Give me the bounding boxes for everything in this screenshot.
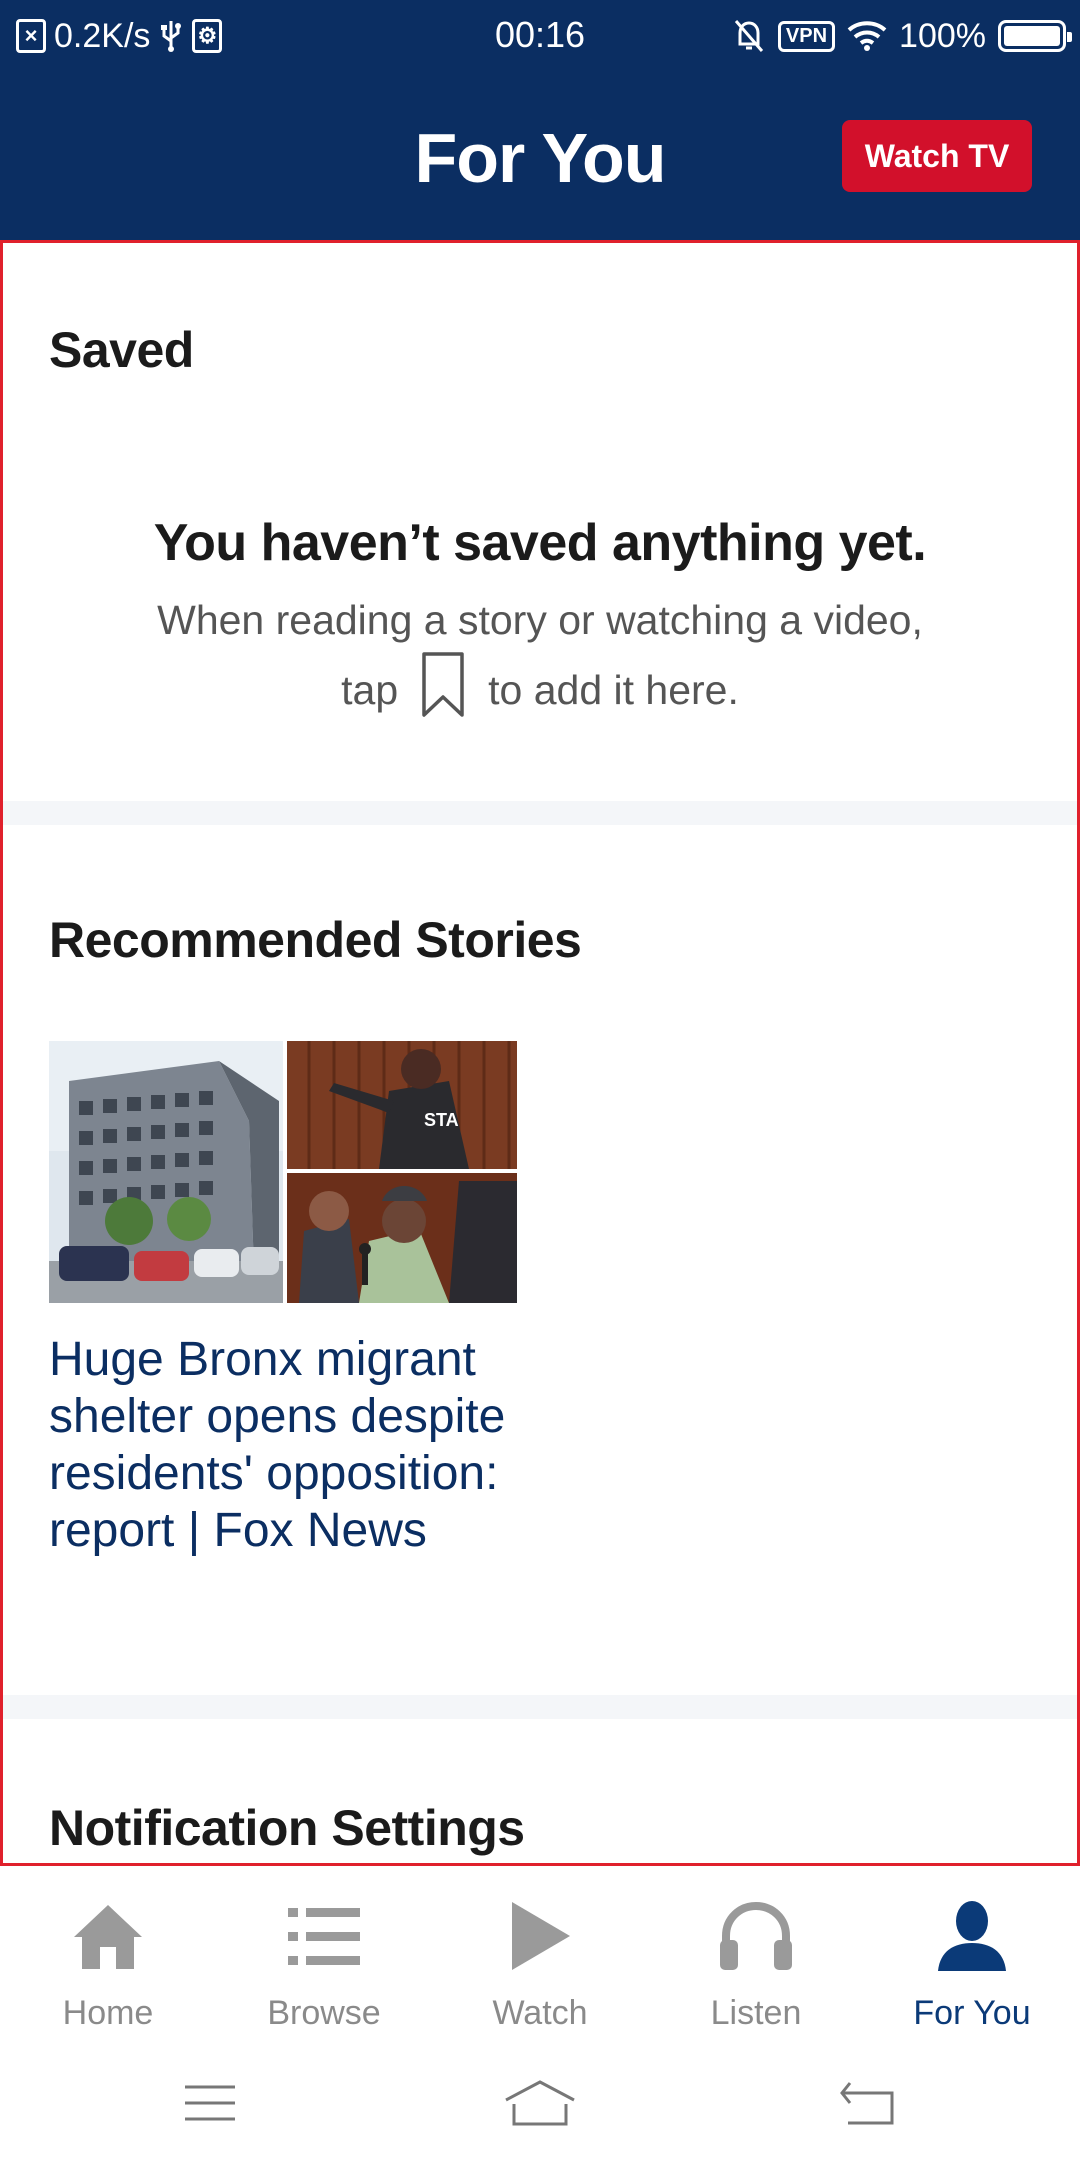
nav-for-you[interactable]: For You: [864, 1866, 1080, 2038]
nav-listen-label: Listen: [710, 1994, 802, 2032]
wifi-icon: [847, 20, 887, 52]
nav-home-label: Home: [62, 1994, 154, 2032]
nav-browse[interactable]: Browse: [216, 1866, 432, 2038]
notification-settings-section: Notification Settings: [3, 1719, 1077, 1863]
story-card[interactable]: STA Huge Bronx migrant shelter opens des…: [3, 1041, 1077, 1641]
home-outline-icon[interactable]: [490, 2068, 590, 2138]
nav-home[interactable]: Home: [0, 1866, 216, 2038]
nav-watch-label: Watch: [492, 1994, 588, 2032]
app-header: For You Watch TV: [0, 72, 1080, 240]
nav-watch[interactable]: Watch: [432, 1866, 648, 2038]
bell-off-icon: [732, 18, 766, 54]
system-nav: [0, 2038, 1080, 2160]
thumbnail-text: STA: [424, 1110, 459, 1130]
battery-percent: 100%: [899, 16, 986, 55]
saved-empty-line2: tap to add it here.: [3, 652, 1077, 725]
headphones-icon: [648, 1886, 864, 1986]
battery-icon: [998, 20, 1072, 52]
section-divider: [3, 1695, 1077, 1719]
saved-title: Saved: [49, 322, 194, 378]
recommended-title: Recommended Stories: [49, 912, 582, 968]
saved-empty-heading: You haven’t saved anything yet.: [153, 514, 927, 572]
bookmark-icon: [420, 651, 466, 729]
story-title-link[interactable]: Huge Bronx migrant shelter opens despite…: [49, 1331, 549, 1559]
saved-empty-line1: When reading a story or watching a video…: [157, 597, 923, 643]
nav-listen[interactable]: Listen: [648, 1866, 864, 2038]
bottom-nav: Home Browse Watch Listen For You: [0, 1866, 1080, 2038]
watch-tv-button[interactable]: Watch TV: [842, 120, 1032, 192]
section-divider: [3, 801, 1077, 825]
home-icon: [0, 1886, 216, 1986]
person-icon: [864, 1886, 1080, 1986]
saved-tap-text: tap: [341, 666, 399, 713]
recommended-section: Recommended Stories STA Huge Bronx migra…: [3, 825, 1077, 1695]
nav-for-you-label: For You: [913, 1994, 1031, 2032]
vpn-icon: VPN: [777, 20, 836, 52]
nav-browse-label: Browse: [267, 1994, 381, 2032]
notification-settings-title: Notification Settings: [49, 1800, 525, 1856]
back-icon[interactable]: [818, 2068, 918, 2138]
saved-add-text: to add it here.: [488, 666, 739, 713]
status-bar: × 0.2K/s ⚙ 00:16 VPN 100%: [0, 0, 1080, 72]
story-thumbnail[interactable]: STA: [49, 1041, 517, 1303]
menu-icon[interactable]: [160, 2068, 260, 2138]
status-right: VPN 100%: [732, 14, 1072, 58]
list-icon: [216, 1886, 432, 1986]
content-area[interactable]: Saved You haven’t saved anything yet. Wh…: [0, 240, 1080, 1866]
play-icon: [432, 1886, 648, 1986]
saved-section: Saved You haven’t saved anything yet. Wh…: [3, 243, 1077, 801]
